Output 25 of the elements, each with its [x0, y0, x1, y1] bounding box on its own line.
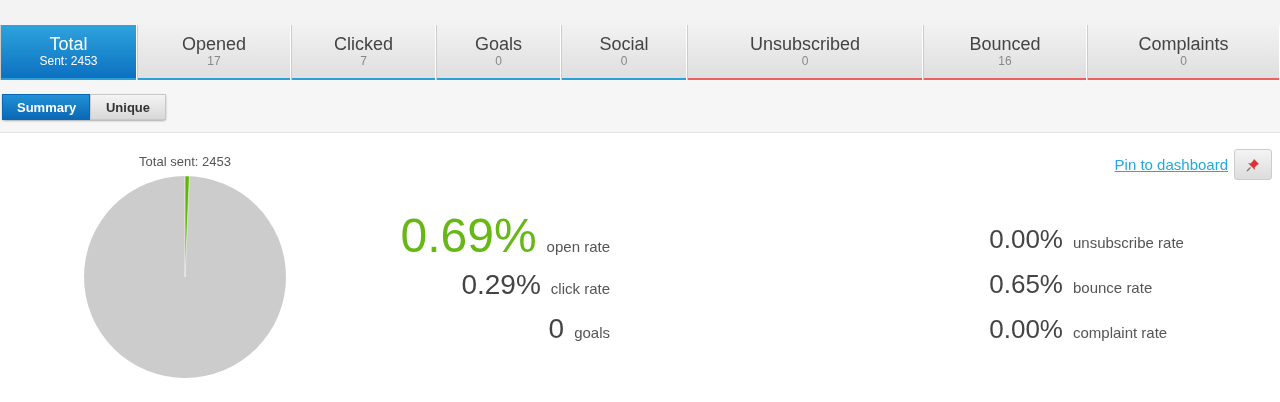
stat-tab[interactable]: Total Sent: 2453 — [0, 25, 137, 80]
rate-value: 0.65% — [988, 268, 1063, 301]
rate-value: 0.00% — [988, 313, 1063, 346]
stat-tab[interactable]: Unsubscribed 0 — [687, 25, 923, 80]
stat-tab[interactable]: Complaints 0 — [1087, 25, 1280, 80]
rate-value: 0 — [547, 312, 565, 346]
pin-button[interactable] — [1234, 149, 1272, 180]
stat-tab[interactable]: Clicked 7 — [291, 25, 436, 80]
rate-label: bounce rate — [1073, 279, 1153, 296]
rate-label: complaint rate — [1073, 324, 1168, 341]
rate-value: 0.69% — [399, 209, 537, 263]
rate-label: open rate — [546, 238, 610, 255]
rate-label: click rate — [550, 280, 610, 297]
stat-tab[interactable]: Social 0 — [561, 25, 687, 80]
rate-label: goals — [574, 324, 610, 341]
view-toggle-button[interactable]: Unique — [90, 94, 166, 120]
rate-label: unsubscribe rate — [1073, 234, 1184, 251]
stat-tab[interactable]: Goals 0 — [436, 25, 561, 80]
pie-chart-title: Total sent: 2453 — [139, 154, 231, 169]
rate-value: 0.00% — [988, 223, 1063, 256]
pushpin-icon — [1246, 157, 1260, 172]
stat-tab[interactable]: Opened 17 — [137, 25, 291, 80]
rate-value: 0.29% — [460, 268, 541, 302]
view-toggle-button[interactable]: Summary — [2, 94, 90, 120]
stat-tab[interactable]: Bounced 16 — [923, 25, 1087, 80]
